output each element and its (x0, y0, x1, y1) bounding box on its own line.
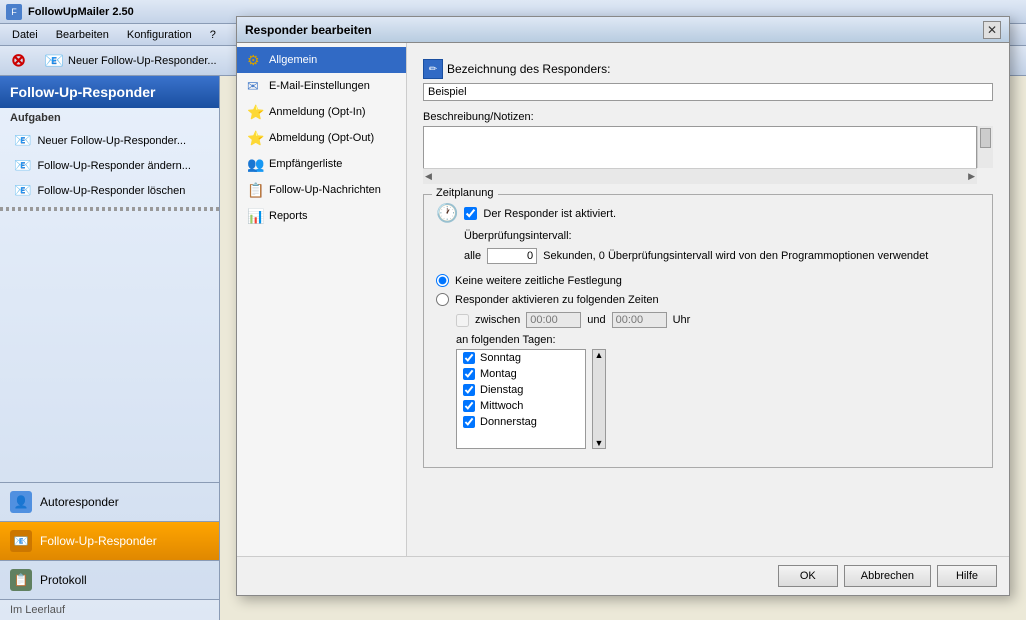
beschreibung-wrapper: ◀ ▶ (423, 126, 993, 184)
dialog-nav-email[interactable]: ✉ E-Mail-Einstellungen (237, 76, 406, 99)
dialog: Responder bearbeiten ✕ ⚙ Allgemein (236, 76, 1010, 596)
aktiviert-label: Der Responder ist aktiviert. (483, 208, 616, 220)
interval-row: alle Sekunden, 0 Überprüfungsintervall w… (464, 248, 980, 264)
day-sonntag: Sonntag (457, 350, 585, 366)
app-icon: F (6, 4, 22, 20)
ueberpruefung-section: Überprüfungsintervall: alle Sekunden, 0 … (464, 230, 980, 264)
tage-section: an folgenden Tagen: Sonntag (456, 334, 980, 449)
day-donnerstag: Donnerstag (457, 414, 585, 430)
zeitplanung-section: Zeitplanung 🕐 Der Responder ist aktivier… (423, 194, 993, 468)
menu-konfiguration[interactable]: Konfiguration (119, 27, 200, 43)
app-title: FollowUpMailer 2.50 (28, 6, 134, 18)
protokoll-icon: 📋 (10, 569, 32, 591)
dialog-nav-empfaenger[interactable]: 👥 Empfängerliste (237, 151, 406, 177)
radio1-label: Keine weitere zeitliche Festlegung (455, 275, 622, 287)
dialog-body: ⚙ Allgemein ✉ E-Mail-Einstellungen ⭐ Anm… (237, 76, 1009, 556)
clock-icon: 🕐 (436, 203, 458, 224)
days-scrollbar[interactable]: ▲ ▼ (592, 349, 606, 449)
beschreibung-label: Beschreibung/Notizen: (423, 111, 993, 123)
interval-input[interactable] (487, 248, 537, 264)
alle-label: alle (464, 250, 481, 262)
beschreibung-vscrollbar[interactable] (977, 126, 993, 168)
und-label: und (587, 314, 605, 326)
reports-icon: 📊 (247, 208, 263, 224)
bezeichnung-field-row (423, 83, 993, 101)
dialog-nav-anmeldung[interactable]: ⭐ Anmeldung (Opt-In) (237, 99, 406, 125)
dialog-panel: ✏ Bezeichnung des Responders: Beschreibu… (407, 76, 1009, 556)
ok-button[interactable]: OK (778, 565, 838, 587)
sidebar-status: Im Leerlauf (0, 599, 219, 620)
sidebar-section-label: Aufgaben (0, 108, 219, 128)
radio-keine-festlegung[interactable] (436, 274, 449, 287)
sidebar-item-edit[interactable]: 📧 Follow-Up-Responder ändern... (0, 153, 219, 178)
bezeichnung-icon: ✏ (423, 76, 443, 79)
menu-datei[interactable]: Datei (4, 27, 46, 43)
time2-input[interactable] (612, 312, 667, 328)
bezeichnung-input[interactable] (423, 83, 993, 101)
day-montag: Montag (457, 366, 585, 382)
donnerstag-checkbox[interactable] (463, 416, 475, 428)
beschreibung-field-row: Beschreibung/Notizen: ◀ ▶ (423, 111, 993, 184)
sidebar-item-delete[interactable]: 📧 Follow-Up-Responder löschen (0, 178, 219, 203)
radio1-row: Keine weitere zeitliche Festlegung (436, 274, 980, 287)
radio-zeiten[interactable] (436, 293, 449, 306)
followup-icon: 📧 (10, 530, 32, 552)
days-listbox[interactable]: Sonntag Montag (456, 349, 586, 449)
delete-responder-icon: 📧 (14, 182, 31, 199)
sidebar-header: Follow-Up-Responder (0, 76, 219, 108)
abbrechen-button[interactable]: Abbrechen (844, 565, 931, 587)
email-icon: ✉ (247, 78, 263, 94)
sidebar-nav-followup[interactable]: 📧 Follow-Up-Responder (0, 521, 219, 560)
dialog-nav-followup[interactable]: 📋 Follow-Up-Nachrichten (237, 177, 406, 203)
new-responder-icon: 📧 (14, 132, 31, 149)
toolbar-close-btn[interactable]: ⊗ (4, 47, 33, 74)
dialog-nav-abmeldung[interactable]: ⭐ Abmeldung (Opt-Out) (237, 125, 406, 151)
dienstag-checkbox[interactable] (463, 384, 475, 396)
day-mittwoch: Mittwoch (457, 398, 585, 414)
dialog-nav: ⚙ Allgemein ✉ E-Mail-Einstellungen ⭐ Anm… (237, 76, 407, 556)
aktiviert-row: 🕐 Der Responder ist aktiviert. (436, 203, 980, 224)
main-content: Follow-Up-Responder Aufgaben 📧 Neuer Fol… (0, 76, 1026, 620)
toolbar-new-btn[interactable]: 📧 Neuer Follow-Up-Responder... (37, 48, 224, 74)
montag-checkbox[interactable] (463, 368, 475, 380)
zeit-checkbox[interactable] (456, 314, 469, 327)
beschreibung-hscrollbar[interactable]: ◀ ▶ (423, 168, 977, 184)
ueberpruefung-label: Überprüfungsintervall: (464, 230, 980, 242)
sonntag-checkbox[interactable] (463, 352, 475, 364)
days-container: Sonntag Montag (456, 349, 980, 449)
interval-suffix: Sekunden, 0 Überprüfungsintervall wird v… (543, 250, 928, 262)
sidebar: Follow-Up-Responder Aufgaben 📧 Neuer Fol… (0, 76, 220, 620)
sidebar-nav-autoresponder[interactable]: 👤 Autoresponder (0, 482, 219, 521)
time1-input[interactable] (526, 312, 581, 328)
bezeichnung-row: ✏ Bezeichnung des Responders: (423, 76, 993, 79)
abmeldung-icon: ⭐ (247, 130, 263, 146)
dialog-footer: OK Abbrechen Hilfe (237, 556, 1009, 595)
uhr-label: Uhr (673, 314, 691, 326)
mittwoch-checkbox[interactable] (463, 400, 475, 412)
day-dienstag: Dienstag (457, 382, 585, 398)
aktiviert-checkbox[interactable] (464, 207, 477, 220)
anmeldung-icon: ⭐ (247, 104, 263, 120)
dialog-overlay: Responder bearbeiten ✕ ⚙ Allgemein (220, 76, 1026, 620)
zwischen-label: zwischen (475, 314, 520, 326)
dialog-nav-reports[interactable]: 📊 Reports (237, 203, 406, 229)
zeitplanung-label: Zeitplanung (432, 187, 498, 199)
tage-label: an folgenden Tagen: (456, 334, 980, 346)
sidebar-item-new[interactable]: 📧 Neuer Follow-Up-Responder... (0, 128, 219, 153)
time-row: zwischen und Uhr (456, 312, 980, 328)
app-window: F FollowUpMailer 2.50 Datei Bearbeiten K… (0, 0, 1026, 620)
sidebar-nav-protokoll[interactable]: 📋 Protokoll (0, 560, 219, 599)
followup-nachrichten-icon: 📋 (247, 182, 263, 198)
menu-bearbeiten[interactable]: Bearbeiten (48, 27, 117, 43)
radio-section: Keine weitere zeitliche Festlegung Respo… (436, 274, 980, 449)
sidebar-divider (0, 207, 219, 211)
empfaenger-icon: 👥 (247, 156, 263, 172)
edit-responder-icon: 📧 (14, 157, 31, 174)
radio2-label: Responder aktivieren zu folgenden Zeiten (455, 294, 659, 306)
radio2-row: Responder aktivieren zu folgenden Zeiten (436, 293, 980, 306)
autoresponder-icon: 👤 (10, 491, 32, 513)
hilfe-button[interactable]: Hilfe (937, 565, 997, 587)
